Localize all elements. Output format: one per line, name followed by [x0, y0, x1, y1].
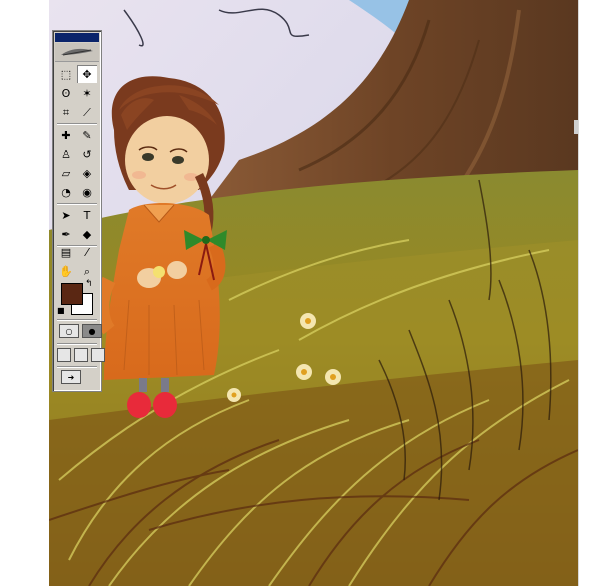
- standard-screen-icon[interactable]: [57, 348, 71, 362]
- default-colors-icon[interactable]: ■: [57, 306, 65, 315]
- rectangular-marquee-icon[interactable]: ⬚: [56, 65, 76, 83]
- tool-separator: [57, 203, 97, 204]
- scrollbar-thumb[interactable]: [574, 120, 578, 134]
- palette-title-bar[interactable]: [55, 33, 99, 42]
- document-canvas[interactable]: [49, 0, 578, 586]
- jump-to-row: ➜: [61, 370, 81, 384]
- tools-palette: ⬚ ✥ ʘ ✶ ⌗ ⟋ ✚ ✎ ♙ ↺ ▱ ◈ ◔ ◉ ➤ T ✒ ◆ ▤ ⁄ …: [52, 30, 105, 392]
- zoom-tool-icon[interactable]: ⌕: [77, 262, 97, 280]
- mask-mode-buttons: ○ ●: [59, 324, 102, 338]
- burn-icon[interactable]: ◉: [77, 183, 97, 201]
- eyedropper-icon[interactable]: ⁄: [77, 243, 97, 261]
- eraser-icon[interactable]: ▱: [56, 164, 76, 182]
- swap-colors-icon[interactable]: ↰: [85, 279, 93, 289]
- healing-brush-icon[interactable]: ✚: [56, 126, 76, 144]
- photoshop-feather-logo[interactable]: [55, 43, 99, 62]
- hand-tool-icon[interactable]: ✋: [56, 262, 76, 280]
- crop-icon[interactable]: ⌗: [56, 103, 76, 121]
- history-brush-icon[interactable]: ↺: [77, 145, 97, 163]
- app-left-gutter: [0, 0, 49, 586]
- quick-mask-icon[interactable]: ●: [82, 324, 102, 338]
- type-tool-icon[interactable]: T: [77, 206, 97, 224]
- tool-separator: [57, 123, 97, 124]
- jump-to-imageready-icon[interactable]: ➜: [61, 370, 81, 384]
- tool-grid-vector: ➤ T ✒ ◆: [56, 206, 98, 244]
- dodge-icon[interactable]: ◔: [56, 183, 76, 201]
- screen-mode-buttons: [57, 348, 105, 362]
- foreground-color-swatch[interactable]: [61, 283, 83, 305]
- brush-icon[interactable]: ✎: [77, 126, 97, 144]
- standard-mode-icon[interactable]: ○: [59, 324, 79, 338]
- tool-grid-selection: ⬚ ✥ ʘ ✶ ⌗ ⟋: [56, 65, 98, 122]
- slice-icon[interactable]: ⟋: [77, 103, 97, 121]
- lasso-icon[interactable]: ʘ: [56, 84, 76, 102]
- vertical-scrollbar[interactable]: [578, 0, 579, 586]
- tool-separator: [57, 343, 97, 344]
- window-right-border: [578, 0, 600, 586]
- tool-separator: [57, 319, 97, 320]
- clone-stamp-icon[interactable]: ♙: [56, 145, 76, 163]
- magic-wand-icon[interactable]: ✶: [77, 84, 97, 102]
- paint-bucket-icon[interactable]: ◈: [77, 164, 97, 182]
- path-selection-icon[interactable]: ➤: [56, 206, 76, 224]
- notes-icon[interactable]: ▤: [56, 243, 76, 261]
- painting-artwork: [49, 0, 578, 586]
- full-screen-menu-icon[interactable]: [74, 348, 88, 362]
- pen-icon[interactable]: ✒: [56, 225, 76, 243]
- tool-separator: [57, 366, 97, 367]
- custom-shape-icon[interactable]: ◆: [77, 225, 97, 243]
- tool-grid-navigate: ▤ ⁄ ✋ ⌕: [56, 243, 98, 281]
- tool-grid-paint: ✚ ✎ ♙ ↺ ▱ ◈ ◔ ◉: [56, 126, 98, 202]
- move-tool-icon[interactable]: ✥: [77, 65, 97, 83]
- girl-figure: [95, 76, 227, 418]
- full-screen-icon[interactable]: [91, 348, 105, 362]
